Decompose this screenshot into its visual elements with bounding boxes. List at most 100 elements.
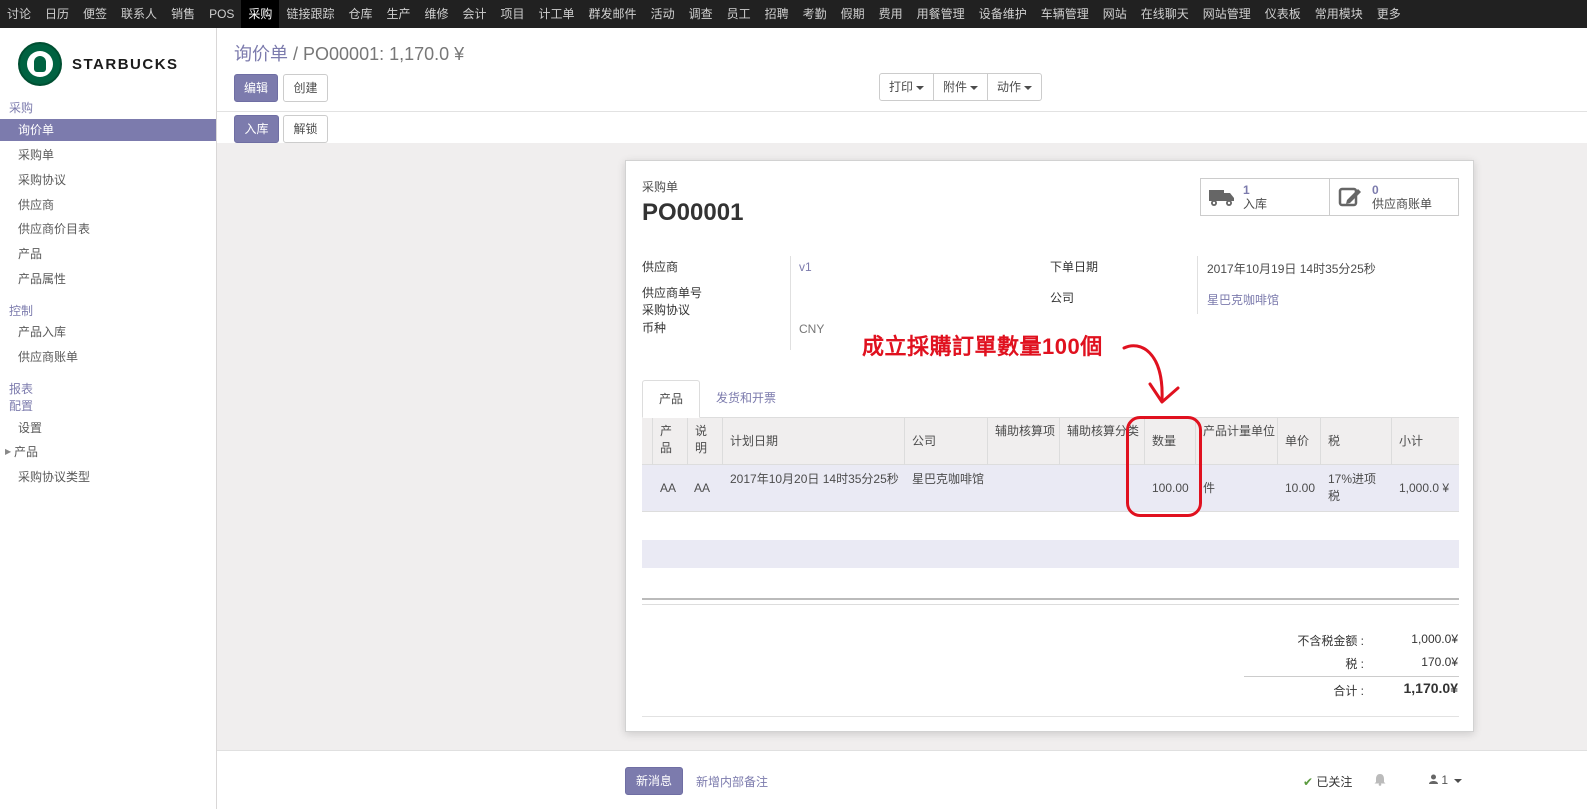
create-button[interactable]: 创建 [283,74,328,102]
order-date-label: 下单日期 [1050,260,1099,274]
attachment-label: 附件 [943,80,968,94]
sidebar-item-label: 产品 [14,445,39,459]
top-menu-item[interactable]: 费用 [872,0,910,28]
top-menu-item[interactable]: 会计 [456,0,494,28]
log-note-link[interactable]: 新增内部备注 [696,773,768,790]
sidebar-item-vendor-pricelists[interactable]: 供应商价目表 [0,218,216,240]
top-menu-item[interactable]: 链接跟踪 [279,0,341,28]
column-header-description[interactable]: 说明 [695,423,711,457]
receipts-label: 入库 [1243,196,1268,211]
top-menu-item[interactable]: 在线聊天 [1134,0,1196,28]
sidebar-item-product-attributes[interactable]: 产品属性 [0,268,216,290]
sidebar-section-reporting[interactable]: 报表 [9,380,33,397]
top-menu-item[interactable]: 网站管理 [1196,0,1258,28]
annotation-arrow-icon [1122,344,1180,404]
top-menu-item[interactable]: 用餐管理 [910,0,972,28]
sidebar-item-purchase-orders[interactable]: 采购单 [0,144,216,166]
top-menu-item[interactable]: 仓库 [341,0,379,28]
top-menu-item[interactable]: 日历 [38,0,76,28]
top-menu-item[interactable]: 车辆管理 [1034,0,1096,28]
form-sheet: 采购单 PO00001 1 入库 0 供应商账单 供应商 v1 供应商单号 采购… [625,160,1474,732]
column-header-uom[interactable]: 产品计量单位 [1203,423,1275,440]
empty-table-row [642,540,1459,568]
line-company: 星巴克咖啡馆 [912,472,985,486]
bell-icon[interactable] [1374,773,1386,786]
line-subtotal: 1,000.0 ¥ [1399,481,1450,495]
sidebar-item-rfq[interactable]: 询价单 [0,119,216,141]
column-header-company[interactable]: 公司 [912,433,936,450]
action-dropdown[interactable]: 动作 [987,73,1043,101]
sidebar-item-products[interactable]: 产品 [0,243,216,265]
receive-products-button[interactable]: 入库 [234,115,279,143]
top-menu-item[interactable]: 联系人 [114,0,164,28]
tab-delivery-invoicing[interactable]: 发货和开票 [716,380,776,418]
column-header-scheduled-date[interactable]: 计划日期 [730,433,778,450]
top-menu-item[interactable]: POS [202,0,241,28]
top-menu-item[interactable]: 网站 [1096,0,1134,28]
column-divider [1277,418,1278,465]
top-menu-item[interactable]: 员工 [720,0,758,28]
sidebar-item-settings[interactable]: 设置 [0,417,216,439]
caret-down-icon [916,85,925,90]
unlock-button[interactable]: 解锁 [283,115,328,143]
action-label: 动作 [997,80,1022,94]
sidebar-item-receipts[interactable]: 产品入库 [0,321,216,343]
top-menu-item[interactable]: 仪表板 [1258,0,1308,28]
edit-button[interactable]: 编辑 [234,74,278,102]
sidebar-item-agreements[interactable]: 采购协议 [0,169,216,191]
logo-text: STARBUCKS [72,55,179,73]
top-menu-item[interactable]: 群发邮件 [582,0,644,28]
top-menu-item[interactable]: 调查 [682,0,720,28]
top-menu-item[interactable]: 常用模块 [1308,0,1370,28]
sidebar-item-agreement-types[interactable]: 采购协议类型 [0,466,216,488]
currency-field[interactable]: CNY [799,322,824,336]
caret-down-icon [1024,85,1033,90]
top-menu-item[interactable]: 活动 [644,0,682,28]
top-menu: 讨论 日历 便签 联系人 销售 POS 采购 链接跟踪 仓库 生产 维修 会计 项目 计工单 群发邮件 活动调… [0,0,1587,28]
top-menu-item[interactable]: 设备维护 [972,0,1034,28]
column-divider [652,418,653,465]
top-menu-item[interactable]: 讨论 [0,0,38,28]
receipts-smart-button[interactable]: 1 入库 [1201,179,1329,215]
check-icon: ✔ [1303,775,1314,789]
top-menu-item[interactable]: 更多 [1370,0,1408,28]
control-panel: 询价单 / PO00001: 1,170.0 ¥ 编辑 创建 打印 附件 动作 … [217,28,1587,143]
sidebar-item-vendor-bills[interactable]: 供应商账单 [0,346,216,368]
top-menu-item[interactable]: 假期 [834,0,872,28]
top-menu-item[interactable]: 项目 [494,0,532,28]
breadcrumb-separator: / [293,44,304,64]
top-menu-item[interactable]: 生产 [379,0,417,28]
vendor-field[interactable]: v1 [799,260,812,274]
followers-dropdown[interactable]: 1 [1429,773,1463,787]
document-type: 采购单 [642,180,679,194]
table-row[interactable]: AA AA 2017年10月20日 14时35分25秒 星巴克咖啡馆 100.0… [642,465,1459,512]
column-header-unit-price[interactable]: 单价 [1285,433,1309,450]
top-menu-item[interactable]: 计工单 [532,0,582,28]
follow-toggle[interactable]: ✔ 已关注 [1303,773,1352,790]
top-menu-item[interactable]: 销售 [164,0,202,28]
column-header-analytic-account[interactable]: 辅助核算项 [995,423,1059,440]
column-header-product[interactable]: 产品 [660,423,676,457]
top-menu-item[interactable]: 考勤 [796,0,834,28]
chatter: 新消息 新增内部备注 ✔ 已关注 1 [217,750,1587,809]
top-menu-item[interactable]: 维修 [417,0,455,28]
print-dropdown[interactable]: 打印 [879,73,935,101]
column-header-subtotal[interactable]: 小计 [1399,433,1423,450]
top-menu-item[interactable]: 采购 [241,0,280,28]
top-menu-item[interactable]: 招聘 [758,0,796,28]
total-value: 1,170.0¥ [1403,680,1459,696]
attachment-dropdown[interactable]: 附件 [933,73,989,101]
breadcrumb-parent[interactable]: 询价单 [234,44,288,64]
sidebar-item-config-products[interactable]: ▶ 产品 [0,441,216,463]
company-field[interactable]: 星巴克咖啡馆 [1207,291,1279,308]
top-menu-item[interactable]: 便签 [76,0,114,28]
new-message-button[interactable]: 新消息 [625,767,683,795]
vendor-bills-smart-button[interactable]: 0 供应商账单 [1329,179,1458,215]
company-logo[interactable]: STARBUCKS [18,42,179,86]
order-date-field[interactable]: 2017年10月19日 14时35分25秒 [1207,260,1376,277]
sidebar-item-vendors[interactable]: 供应商 [0,194,216,216]
breadcrumb-current: PO00001: 1,170.0 ¥ [303,44,465,64]
total-label: 合计 : [1333,684,1364,698]
tab-products[interactable]: 产品 [642,380,700,418]
column-header-taxes[interactable]: 税 [1328,433,1340,450]
